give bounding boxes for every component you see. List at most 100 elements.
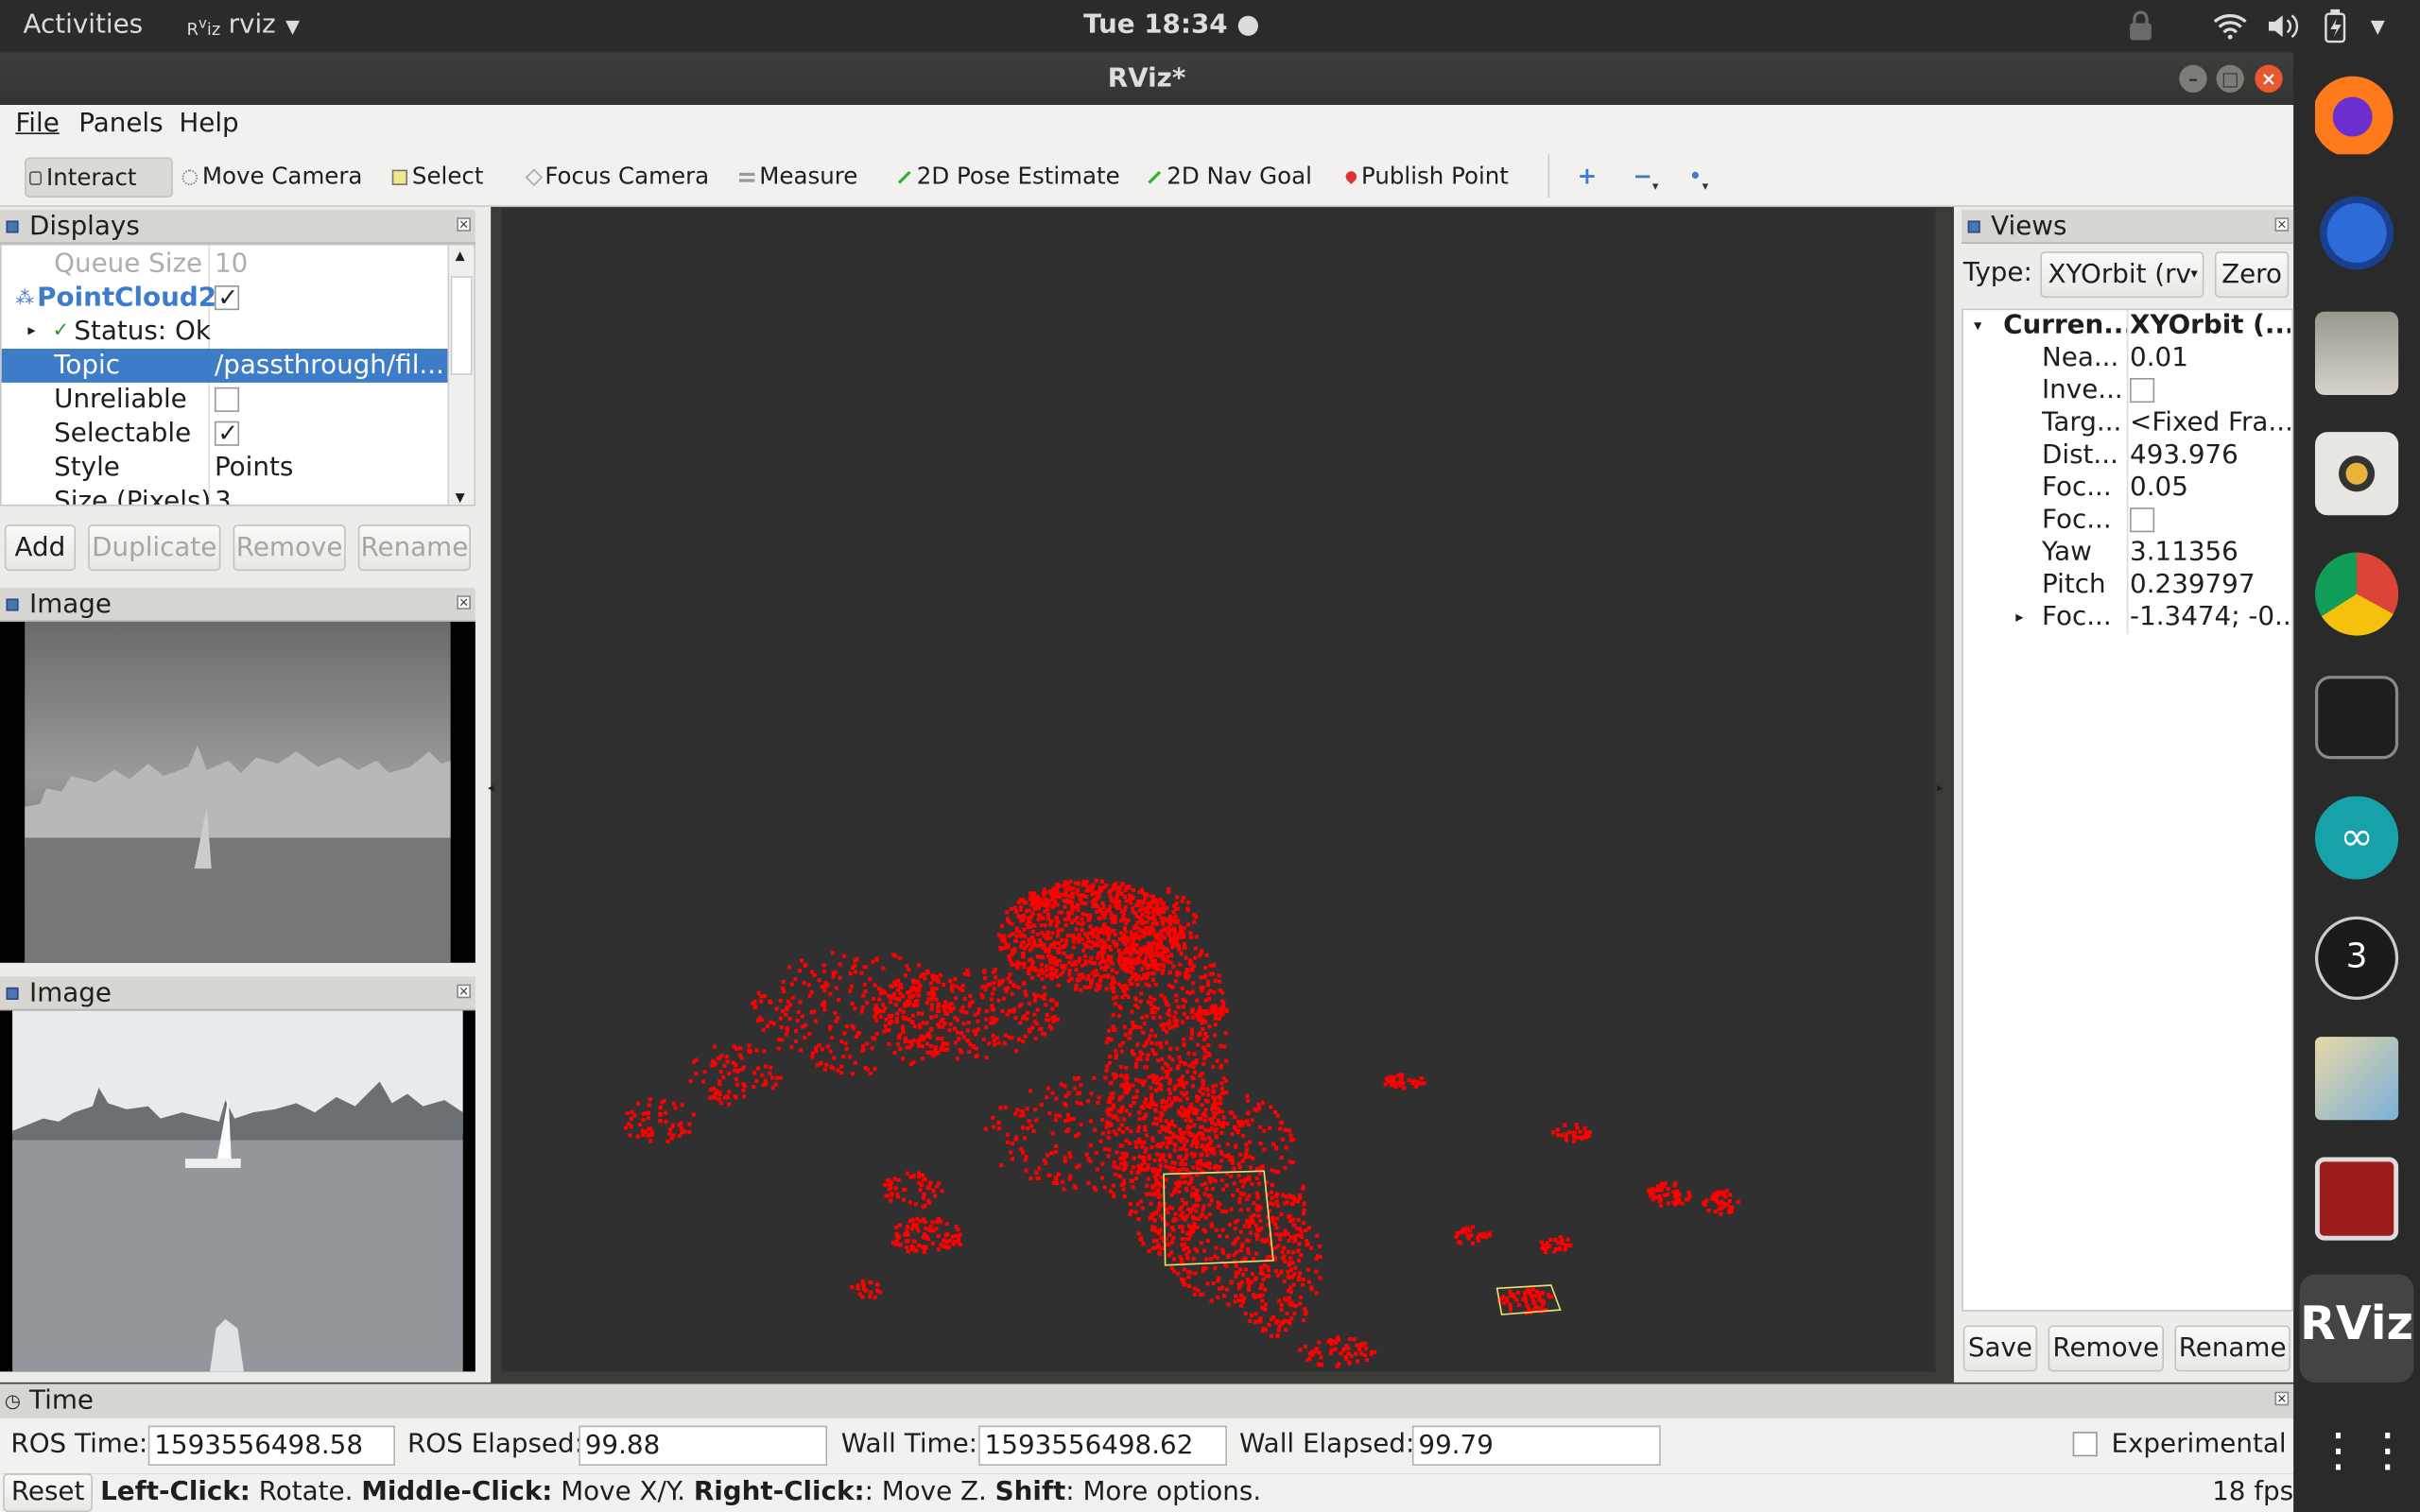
- display-row-topic[interactable]: Topic /passthrough/fil...: [1, 348, 450, 383]
- publish-point-tool[interactable]: Publish Point: [1342, 158, 1509, 198]
- thunderbird-icon[interactable]: [2314, 191, 2399, 275]
- views-panel-title: Views: [1991, 211, 2067, 243]
- scroll-down-icon[interactable]: ▼: [456, 490, 465, 505]
- rgb-image-view[interactable]: [0, 1010, 475, 1372]
- focus-camera-tool[interactable]: Focus Camera: [525, 158, 709, 198]
- wall-elapsed-field[interactable]: 99.79: [1411, 1425, 1661, 1467]
- scrollbar-thumb[interactable]: [450, 276, 473, 375]
- collapse-arrow-icon[interactable]: ▾: [1974, 310, 1981, 342]
- expand-arrow-icon[interactable]: ▸: [2015, 602, 2023, 634]
- 3d-viewport[interactable]: [501, 208, 1936, 1372]
- view-prop-distance[interactable]: Dist... 493.976: [1963, 439, 2292, 472]
- terminal-icon[interactable]: [2314, 1157, 2399, 1241]
- maps-icon[interactable]: [2314, 1037, 2399, 1121]
- point-cloud-point: [1220, 1109, 1225, 1114]
- view-options-icon[interactable]: •▾: [1685, 158, 1708, 198]
- system-menu-chevron-icon[interactable]: ▼: [2371, 15, 2385, 37]
- point-cloud-point: [1083, 902, 1088, 906]
- point-cloud-point: [1119, 1123, 1124, 1127]
- chrome-icon[interactable]: [2314, 552, 2399, 636]
- clock[interactable]: Tue 18:34 ●: [1083, 9, 1259, 41]
- close-button[interactable]: ×: [2255, 64, 2283, 93]
- menu-file[interactable]: File: [15, 108, 59, 139]
- panel-close-icon[interactable]: ×: [457, 217, 471, 232]
- ros-time-field[interactable]: 1593556498.58: [147, 1425, 395, 1467]
- right-splitter-handle[interactable]: ▸: [1937, 781, 1944, 795]
- select-tool[interactable]: Select: [389, 158, 483, 198]
- view-prop-near-clip[interactable]: Nea... 0.01: [1963, 342, 2292, 374]
- view-prop-focal-shape-fixed[interactable]: Foc...: [1963, 505, 2292, 537]
- rename-display-button[interactable]: Rename: [357, 524, 471, 572]
- focal-shape-fixed-checkbox[interactable]: [2130, 507, 2155, 533]
- volume-icon[interactable]: [2266, 12, 2300, 40]
- invert-z-checkbox[interactable]: [2130, 377, 2155, 404]
- panel-close-icon[interactable]: ×: [2274, 217, 2290, 232]
- minimize-button[interactable]: –: [2179, 64, 2207, 93]
- current-view-row[interactable]: ▾ Curren... XYOrbit (...: [1963, 310, 2292, 342]
- pose-estimate-tool[interactable]: 2D Pose Estimate: [893, 158, 1120, 198]
- wall-time-field[interactable]: 1593556498.62: [978, 1425, 1227, 1467]
- duplicate-display-button[interactable]: Duplicate: [88, 524, 221, 572]
- view-prop-target-frame[interactable]: Targ... <Fixed Fra...: [1963, 407, 2292, 439]
- add-tool-icon[interactable]: +: [1574, 158, 1598, 198]
- point-cloud-point: [1167, 983, 1172, 988]
- unreliable-checkbox[interactable]: [214, 387, 240, 412]
- menu-help[interactable]: Help: [179, 108, 238, 139]
- zero-view-button[interactable]: Zero: [2214, 251, 2290, 299]
- display-row-style[interactable]: Style Points: [2, 451, 449, 485]
- activities-button[interactable]: Activities: [23, 9, 143, 41]
- panel-close-icon[interactable]: ×: [457, 984, 471, 999]
- view-type-select[interactable]: XYOrbit (rv ▾: [2040, 251, 2204, 299]
- point-cloud-point: [1176, 1155, 1181, 1160]
- wifi-icon[interactable]: [2213, 12, 2247, 40]
- app-menu[interactable]: rviz: [229, 9, 276, 41]
- left-splitter-handle[interactable]: ◂: [488, 781, 494, 795]
- remove-tool-icon[interactable]: −▾: [1630, 158, 1658, 198]
- system-monitor-icon[interactable]: [2314, 676, 2399, 760]
- battery-icon[interactable]: [2325, 9, 2346, 43]
- rename-view-button[interactable]: Rename: [2174, 1325, 2290, 1372]
- view-prop-focal-point[interactable]: ▸ Foc... -1.3474; -0...: [1963, 602, 2292, 634]
- display-row-size[interactable]: Size (Pixels) 3: [2, 485, 449, 505]
- maximize-button[interactable]: □: [2216, 64, 2244, 93]
- view-prop-focal-shape-size[interactable]: Foc... 0.05: [1963, 472, 2292, 505]
- ros-elapsed-field[interactable]: 99.88: [579, 1425, 828, 1467]
- view-prop-yaw[interactable]: Yaw 3.11356: [1963, 537, 2292, 569]
- point-cloud-point: [1079, 1122, 1083, 1126]
- point-cloud-point: [917, 1171, 922, 1176]
- displays-panel-header: Displays ×: [0, 210, 475, 244]
- interact-tool[interactable]: Interact: [25, 157, 173, 198]
- display-row-status[interactable]: ▸ ✓ Status: Ok: [2, 315, 449, 349]
- remove-display-button[interactable]: Remove: [233, 524, 346, 572]
- menu-panels[interactable]: Panels: [78, 108, 163, 139]
- add-display-button[interactable]: Add: [4, 524, 76, 572]
- display-row-unreliable[interactable]: Unreliable: [2, 383, 449, 417]
- panel-close-icon[interactable]: ×: [457, 595, 471, 610]
- measure-tool[interactable]: Measure: [736, 158, 857, 198]
- selectable-checkbox[interactable]: [214, 417, 240, 451]
- blender-icon[interactable]: 3: [2314, 916, 2399, 1000]
- app-grid-icon[interactable]: ⋮⋮⋮: [2315, 1410, 2420, 1493]
- firefox-icon[interactable]: [2314, 71, 2399, 155]
- panel-close-icon[interactable]: ×: [2274, 1391, 2290, 1406]
- arduino-icon[interactable]: ∞: [2314, 796, 2399, 880]
- expand-arrow-icon[interactable]: ▸: [27, 315, 35, 349]
- rhythmbox-icon[interactable]: [2314, 432, 2399, 516]
- thermal-image-view[interactable]: [0, 621, 475, 963]
- save-view-button[interactable]: Save: [1962, 1325, 2038, 1372]
- display-row-selectable[interactable]: Selectable: [2, 417, 449, 451]
- files-icon[interactable]: [2314, 311, 2399, 395]
- rviz-icon[interactable]: RViz: [2299, 1274, 2414, 1383]
- nav-goal-tool[interactable]: 2D Nav Goal: [1144, 158, 1312, 198]
- scroll-up-icon[interactable]: ▲: [456, 249, 465, 263]
- experimental-checkbox[interactable]: [2072, 1432, 2098, 1457]
- move-camera-tool[interactable]: Move Camera: [179, 158, 362, 198]
- view-prop-pitch[interactable]: Pitch 0.239797: [1963, 569, 2292, 601]
- display-row-pointcloud2[interactable]: ⁂ PointCloud2: [2, 281, 449, 315]
- reset-button[interactable]: Reset: [3, 1473, 93, 1512]
- view-prop-invert-z[interactable]: Inve...: [1963, 375, 2292, 407]
- displays-scrollbar[interactable]: ▲ ▼: [447, 245, 475, 505]
- pointcloud2-enable-checkbox[interactable]: [214, 281, 240, 315]
- remove-view-button[interactable]: Remove: [2048, 1325, 2164, 1372]
- display-row-queue-size[interactable]: Queue Size 10: [2, 247, 449, 281]
